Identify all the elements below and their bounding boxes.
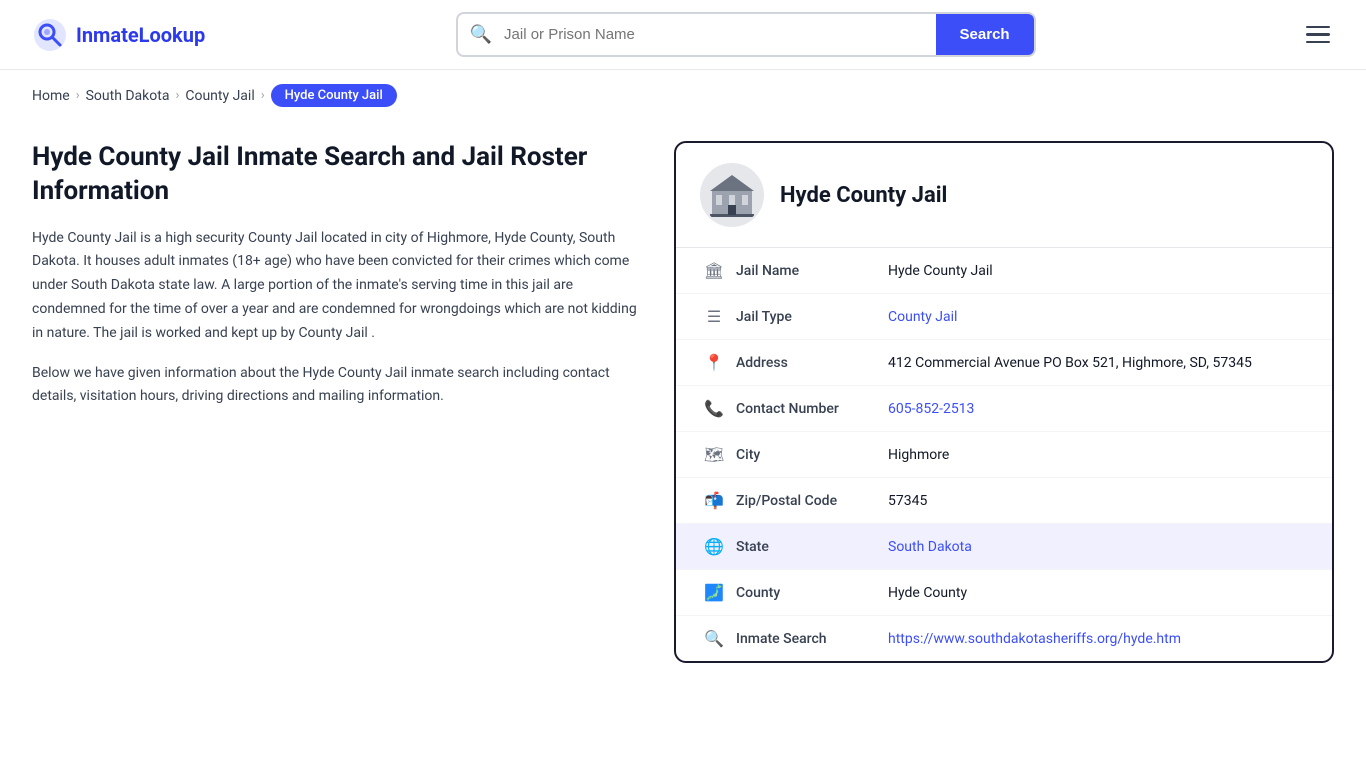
row-label: Jail Type <box>728 309 888 325</box>
list-icon: ☰ <box>700 307 728 326</box>
search-input[interactable] <box>504 16 936 53</box>
row-value: 605-852-2513 <box>888 401 1308 417</box>
hamburger-menu[interactable] <box>1302 22 1334 48</box>
breadcrumb-state[interactable]: South Dakota <box>86 88 170 104</box>
inmate-search-link[interactable]: https://www.southdakotasheriffs.org/hyde… <box>888 631 1181 647</box>
logo-link[interactable]: InmateLookup <box>32 17 205 53</box>
logo-icon <box>32 17 68 53</box>
card-logo <box>700 163 764 227</box>
breadcrumb: Home › South Dakota › County Jail › Hyde… <box>0 70 1366 121</box>
search-bar-icon: 🔍 <box>458 24 504 45</box>
info-card: Hyde County Jail 🏛 Jail Name Hyde County… <box>674 141 1334 663</box>
table-row: ☰ Jail Type County Jail <box>676 294 1332 340</box>
search-globe-icon: 🔍 <box>700 629 728 648</box>
row-value: Highmore <box>888 447 1308 463</box>
search-bar: 🔍 Search <box>456 12 1036 57</box>
breadcrumb-current: Hyde County Jail <box>271 84 397 107</box>
card-title: Hyde County Jail <box>780 183 947 208</box>
hamburger-line-1 <box>1306 26 1330 29</box>
search-button[interactable]: Search <box>936 14 1034 55</box>
breadcrumb-sep-2: › <box>175 88 179 103</box>
card-header: Hyde County Jail <box>676 143 1332 248</box>
header: InmateLookup 🔍 Search <box>0 0 1366 70</box>
city-icon: 🗺 <box>700 445 728 464</box>
table-row: 🏛 Jail Name Hyde County Jail <box>676 248 1332 294</box>
row-label: County <box>728 585 888 601</box>
state-link[interactable]: South Dakota <box>888 539 972 555</box>
main-content: Hyde County Jail Inmate Search and Jail … <box>0 121 1366 703</box>
row-label: Jail Name <box>728 263 888 279</box>
row-value: South Dakota <box>888 539 1308 555</box>
table-row: 📞 Contact Number 605-852-2513 <box>676 386 1332 432</box>
table-row: 📬 Zip/Postal Code 57345 <box>676 478 1332 524</box>
row-label: Zip/Postal Code <box>728 493 888 509</box>
breadcrumb-home[interactable]: Home <box>32 88 70 104</box>
row-value: https://www.southdakotasheriffs.org/hyde… <box>888 631 1308 647</box>
zip-icon: 📬 <box>700 491 728 510</box>
page-title: Hyde County Jail Inmate Search and Jail … <box>32 141 642 209</box>
row-value: 57345 <box>888 493 1308 509</box>
row-label: Contact Number <box>728 401 888 417</box>
left-content: Hyde County Jail Inmate Search and Jail … <box>32 141 674 663</box>
phone-icon: 📞 <box>700 399 728 418</box>
table-row-state: 🌐 State South Dakota <box>676 524 1332 570</box>
breadcrumb-sep-1: › <box>76 88 80 103</box>
hamburger-line-3 <box>1306 41 1330 44</box>
globe-icon: 🌐 <box>700 537 728 556</box>
page-desc-2: Below we have given information about th… <box>32 362 642 410</box>
info-table: 🏛 Jail Name Hyde County Jail ☰ Jail Type… <box>676 248 1332 661</box>
county-icon: 🗾 <box>700 583 728 602</box>
hamburger-line-2 <box>1306 33 1330 36</box>
table-row: 🗾 County Hyde County <box>676 570 1332 616</box>
row-value: Hyde County Jail <box>888 263 1308 279</box>
row-label: Address <box>728 355 888 371</box>
row-value: 412 Commercial Avenue PO Box 521, Highmo… <box>888 355 1308 371</box>
logo-text: InmateLookup <box>76 23 205 47</box>
search-area: 🔍 Search <box>229 12 1262 57</box>
table-row-inmate-search: 🔍 Inmate Search https://www.southdakotas… <box>676 616 1332 661</box>
page-desc-1: Hyde County Jail is a high security Coun… <box>32 227 642 346</box>
row-label: State <box>728 539 888 555</box>
table-row: 📍 Address 412 Commercial Avenue PO Box 5… <box>676 340 1332 386</box>
courthouse-icon <box>708 171 756 219</box>
pin-icon: 📍 <box>700 353 728 372</box>
row-value: County Jail <box>888 309 1308 325</box>
phone-link[interactable]: 605-852-2513 <box>888 401 974 417</box>
building-icon: 🏛 <box>700 261 728 280</box>
jail-type-link[interactable]: County Jail <box>888 309 957 325</box>
row-label: City <box>728 447 888 463</box>
breadcrumb-type[interactable]: County Jail <box>185 88 254 104</box>
row-label: Inmate Search <box>728 631 888 647</box>
breadcrumb-sep-3: › <box>261 88 265 103</box>
table-row: 🗺 City Highmore <box>676 432 1332 478</box>
row-value: Hyde County <box>888 585 1308 601</box>
